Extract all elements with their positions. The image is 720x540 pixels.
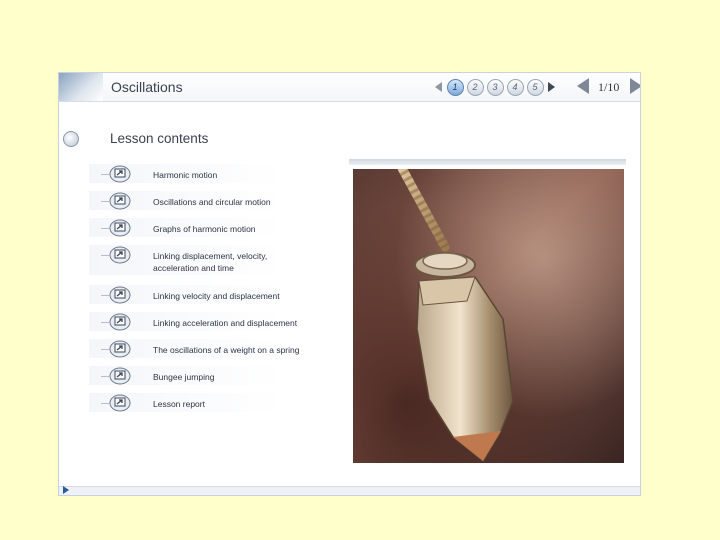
list-item-graphs[interactable]: Graphs of harmonic motion [89,218,319,237]
section-marker-icon [63,131,79,147]
title-bar: Oscillations 1 2 3 4 5 1/10 [59,73,640,102]
list-item-label: Harmonic motion [153,170,218,180]
lesson-link-icon [109,286,131,304]
page-counter: 1/10 [598,80,620,94]
list-item-weight-spring[interactable]: The oscillations of a weight on a spring [89,339,319,358]
list-item-harmonic-motion[interactable]: Harmonic motion [89,164,319,183]
list-item-oscillations-circular[interactable]: Oscillations and circular motion [89,191,319,210]
list-item-velocity-displacement[interactable]: Linking velocity and displacement [89,285,319,304]
pendulum-plumb-bob-image [353,169,624,463]
list-item-label: Oscillations and circular motion [153,197,271,207]
list-item-lesson-report[interactable]: Lesson report [89,393,319,412]
connector-line [101,322,109,323]
page-title: Oscillations [111,79,183,95]
list-item-linking-displacement[interactable]: Linking displacement, velocity, accelera… [89,245,319,275]
section-title: Lesson contents [110,131,209,146]
lesson-link-icon [109,165,131,183]
list-item-label-line-2: acceleration and time [153,263,234,273]
list-item-label: The oscillations of a weight on a spring [153,345,300,355]
play-arrow-icon[interactable] [63,486,69,494]
lesson-link-icon [109,192,131,210]
lesson-link-icon [109,313,131,331]
image-top-strip [349,159,626,165]
connector-line [101,376,109,377]
connector-line [101,255,109,256]
list-item-bungee-jumping[interactable]: Bungee jumping [89,366,319,385]
forward-button[interactable] [630,78,640,94]
list-item-label: Linking velocity and displacement [153,291,280,301]
list-item-label: Bungee jumping [153,372,215,382]
list-item-label: Linking displacement, velocity, accelera… [153,250,267,274]
lesson-link-icon [109,394,131,412]
page-button-4[interactable]: 4 [506,78,524,96]
lesson-window: Oscillations 1 2 3 4 5 1/10 Lesson conte… [58,72,641,496]
connector-line [101,403,109,404]
page-button-1[interactable]: 1 [446,78,464,96]
list-item-label: Lesson report [153,399,205,409]
lesson-link-icon [109,246,131,264]
back-button[interactable] [577,78,589,94]
list-item-label: Graphs of harmonic motion [153,224,256,234]
plumb-bob-illustration [397,169,514,463]
connector-line [101,201,109,202]
logo-image [59,73,103,101]
page-button-2[interactable]: 2 [466,78,484,96]
connector-line [101,174,109,175]
lesson-link-icon [109,340,131,358]
page-button-3[interactable]: 3 [486,78,504,96]
connector-line [101,349,109,350]
next-page-arrow-icon[interactable] [548,82,555,92]
page-button-5[interactable]: 5 [526,78,544,96]
lesson-link-icon [109,219,131,237]
list-item-label: Linking acceleration and displacement [153,318,298,328]
prev-page-arrow-icon[interactable] [435,82,442,92]
connector-line [101,295,109,296]
lesson-link-icon [109,367,131,385]
connector-line [101,228,109,229]
status-bar [59,486,640,495]
list-item-label-line-1: Linking displacement, velocity, [153,251,268,261]
list-item-acceleration-displacement[interactable]: Linking acceleration and displacement [89,312,319,331]
page-navigator: 1 2 3 4 5 [435,76,555,98]
